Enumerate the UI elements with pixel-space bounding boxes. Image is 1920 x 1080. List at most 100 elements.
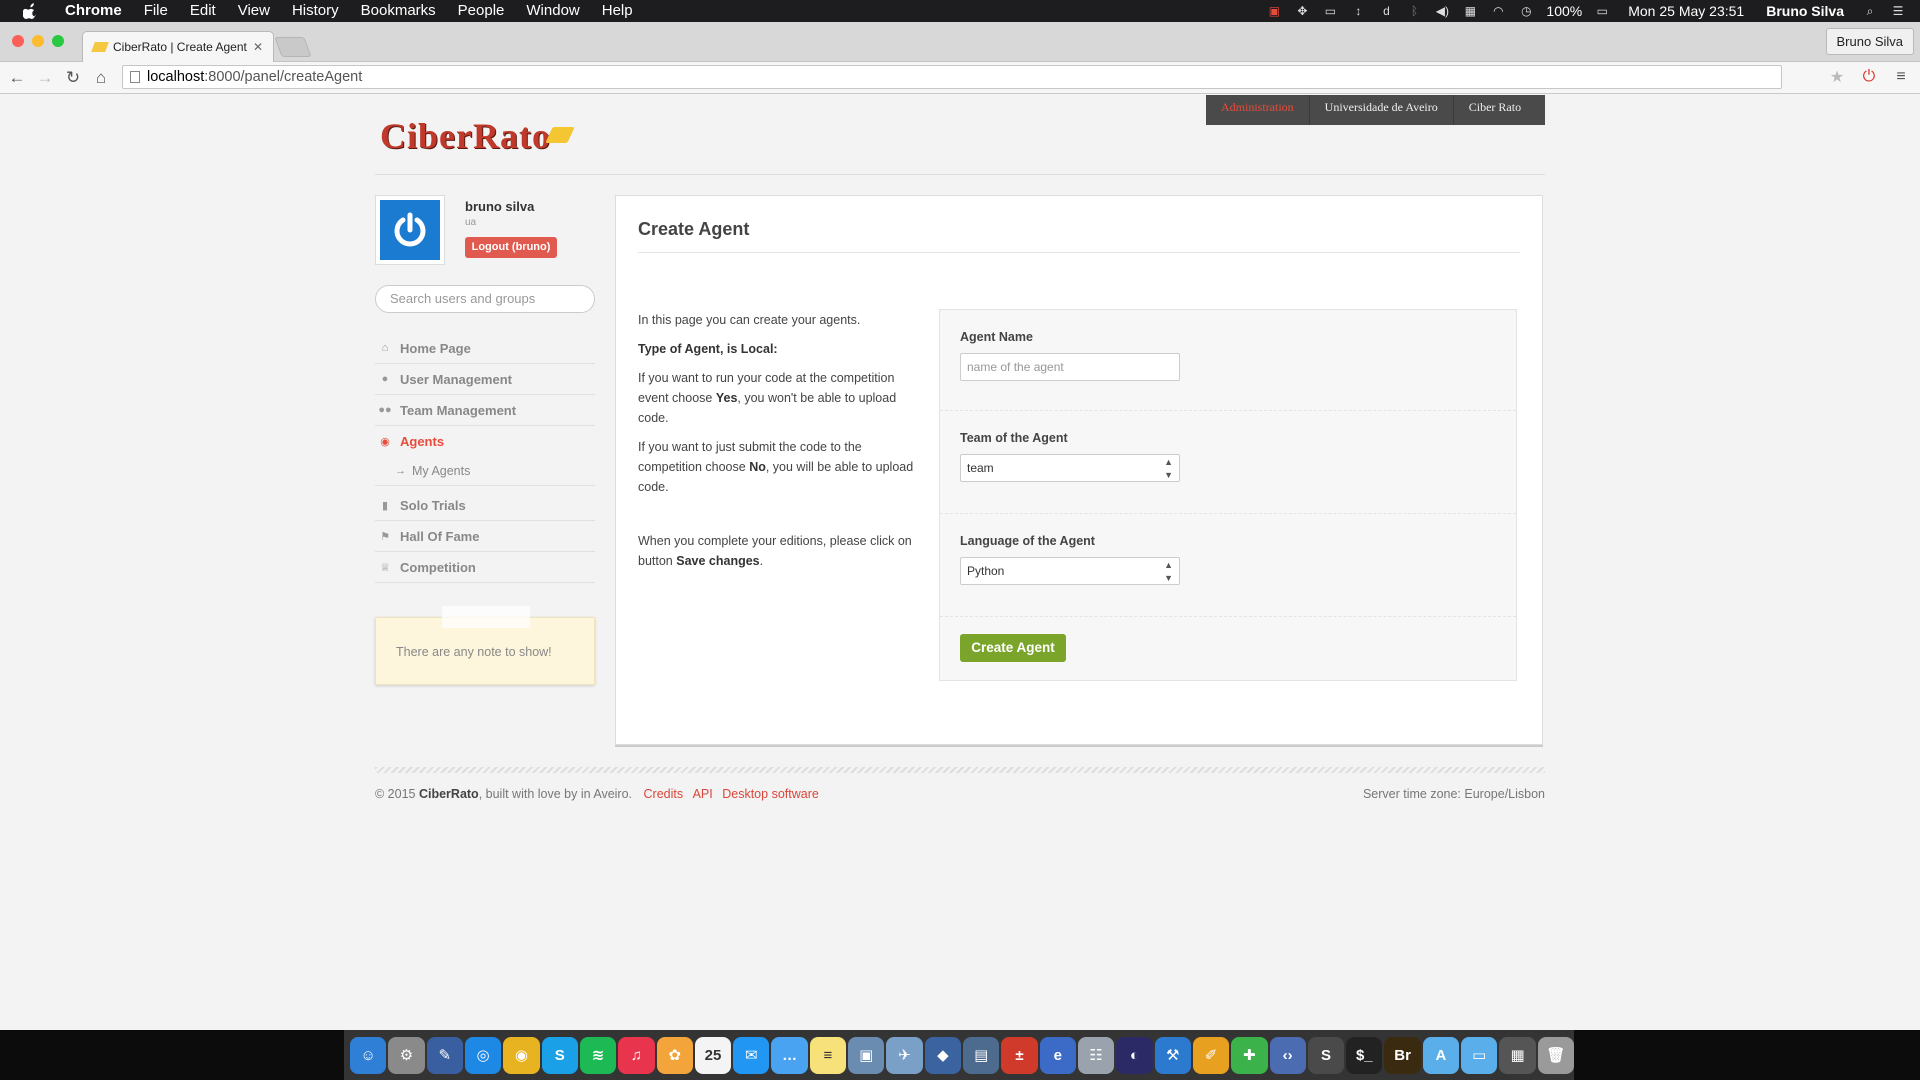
close-tab-icon[interactable]: ✕ bbox=[253, 40, 263, 54]
messages-icon[interactable]: … bbox=[771, 1036, 808, 1074]
address-bar[interactable]: localhost:8000/panel/createAgent bbox=[122, 65, 1782, 89]
agent-name-group: Agent Name name of the agent bbox=[960, 330, 1500, 381]
system-preferences-icon[interactable]: ⚙ bbox=[388, 1036, 425, 1074]
create-agent-button[interactable]: Create Agent bbox=[960, 634, 1066, 662]
bookmark-star-icon[interactable]: ★ bbox=[1826, 66, 1848, 88]
photos-icon[interactable]: ✿ bbox=[656, 1036, 693, 1074]
menu-file[interactable]: File bbox=[133, 0, 179, 22]
menu-people[interactable]: People bbox=[447, 0, 516, 22]
monitor-icon[interactable]: ▦ bbox=[1499, 1036, 1536, 1074]
browser-tab[interactable]: CiberRato | Create Agent ✕ bbox=[82, 31, 274, 62]
safari-icon[interactable]: ◎ bbox=[464, 1036, 502, 1074]
agent-team-select[interactable]: team ▲ ▼ bbox=[960, 454, 1180, 482]
logout-button[interactable]: Logout (bruno) bbox=[465, 237, 557, 258]
preview-icon[interactable]: ▣ bbox=[848, 1036, 885, 1074]
create-agent-form: Agent Name name of the agent Team of the… bbox=[939, 309, 1517, 681]
home-icon[interactable]: ⌂ bbox=[90, 67, 112, 89]
url-path: :8000/panel/createAgent bbox=[204, 69, 363, 85]
calendar-icon[interactable]: 25 bbox=[694, 1036, 732, 1074]
back-icon[interactable]: ← bbox=[6, 67, 28, 89]
notification-center-icon[interactable]: ☰ bbox=[1890, 4, 1906, 18]
menu-help[interactable]: Help bbox=[591, 0, 644, 22]
topnav-universidade[interactable]: Universidade de Aveiro bbox=[1310, 95, 1454, 125]
skype-icon[interactable]: S bbox=[541, 1036, 578, 1074]
menu-view[interactable]: View bbox=[227, 0, 281, 22]
finder-icon[interactable]: ☺ bbox=[350, 1036, 387, 1074]
sidebar-item-user-management[interactable]: ● User Management bbox=[375, 364, 595, 395]
cheese-favicon-icon bbox=[91, 42, 109, 52]
site-logo[interactable]: CiberRato bbox=[380, 115, 551, 157]
chrome-icon[interactable]: ◉ bbox=[503, 1036, 540, 1074]
agent-language-select[interactable]: Python ▲ ▼ bbox=[960, 557, 1180, 585]
agent-name-input[interactable]: name of the agent bbox=[960, 353, 1180, 381]
clock[interactable]: Mon 25 May 23:51 bbox=[1628, 3, 1744, 19]
sublime-icon[interactable]: S bbox=[1307, 1036, 1345, 1074]
dash-icon[interactable]: d bbox=[1378, 4, 1394, 18]
footer-link-api[interactable]: API bbox=[693, 787, 713, 801]
code-editor-icon[interactable]: ‹› bbox=[1269, 1036, 1306, 1074]
avatar[interactable] bbox=[375, 195, 445, 265]
database-icon[interactable]: ☷ bbox=[1077, 1036, 1115, 1074]
sidebar-item-home[interactable]: ⌂ Home Page bbox=[375, 333, 595, 364]
menu-app-name[interactable]: Chrome bbox=[54, 0, 133, 22]
sidebar-item-hall-of-fame[interactable]: ⚑ Hall Of Fame bbox=[375, 521, 595, 552]
screen-mirror-icon[interactable]: ▣ bbox=[1266, 4, 1282, 18]
sidebar-item-agents[interactable]: ◉ Agents bbox=[375, 426, 595, 457]
spotlight-icon[interactable]: ⌕ bbox=[1862, 4, 1878, 18]
slingshot-icon[interactable]: ✐ bbox=[1192, 1036, 1230, 1074]
notes-icon[interactable]: ≡ bbox=[809, 1036, 847, 1074]
safari-beta-icon[interactable]: e bbox=[1039, 1036, 1076, 1074]
agent-type-text: Type of Agent, is Local: bbox=[638, 342, 778, 356]
airdrop-icon[interactable]: ✈ bbox=[886, 1036, 923, 1074]
xcode-simulator-icon[interactable]: ✎ bbox=[426, 1036, 463, 1074]
virtualbox-icon[interactable]: ◆ bbox=[924, 1036, 961, 1074]
zoom-window-button[interactable] bbox=[52, 35, 64, 47]
extension-icon[interactable]: ⏻ bbox=[1858, 66, 1880, 88]
transfer-icon[interactable]: ↕ bbox=[1350, 4, 1366, 18]
menubar-user[interactable]: Bruno Silva bbox=[1766, 3, 1844, 19]
itunes-icon[interactable]: ♫ bbox=[618, 1036, 655, 1074]
terminal-icon[interactable]: $_ bbox=[1346, 1036, 1383, 1074]
trash-icon[interactable]: 🗑 bbox=[1537, 1036, 1574, 1074]
sidebar-item-solo-trials[interactable]: ▮ Solo Trials bbox=[375, 490, 595, 521]
apple-icon[interactable] bbox=[20, 0, 40, 22]
topnav-ciber-rato[interactable]: Ciber Rato bbox=[1454, 95, 1536, 125]
agent-team-label: Team of the Agent bbox=[960, 431, 1068, 445]
minimize-window-button[interactable] bbox=[32, 35, 44, 47]
bridge-icon[interactable]: Br bbox=[1384, 1036, 1421, 1074]
volume-icon[interactable]: ◀) bbox=[1434, 4, 1450, 18]
eclipse-icon[interactable]: ◐ bbox=[1116, 1036, 1153, 1074]
menu-window[interactable]: Window bbox=[515, 0, 590, 22]
applications-folder-icon[interactable]: A bbox=[1422, 1036, 1460, 1074]
menu-bookmarks[interactable]: Bookmarks bbox=[350, 0, 447, 22]
footer-link-credits[interactable]: Credits bbox=[644, 787, 684, 801]
bluetooth-icon[interactable]: ᛒ bbox=[1406, 4, 1422, 18]
topnav-administration[interactable]: Administration bbox=[1206, 95, 1310, 125]
forward-icon[interactable]: → bbox=[34, 67, 56, 89]
battery-icon[interactable]: ▭ bbox=[1594, 4, 1610, 18]
profile-button[interactable]: Bruno Silva bbox=[1825, 28, 1914, 55]
messenger-icon[interactable]: ✉ bbox=[733, 1036, 770, 1074]
airplay-icon[interactable]: ▭ bbox=[1322, 4, 1338, 18]
dropbox-icon[interactable]: ✥ bbox=[1294, 4, 1310, 18]
search-users-input[interactable]: Search users and groups bbox=[375, 285, 595, 313]
screenshot-icon[interactable]: ▤ bbox=[963, 1036, 1000, 1074]
wifi-icon[interactable]: ◠ bbox=[1490, 4, 1506, 18]
sidebar-item-competition[interactable]: ♕ Competition bbox=[375, 552, 595, 583]
menu-history[interactable]: History bbox=[281, 0, 350, 22]
chrome-menu-icon[interactable]: ≡ bbox=[1890, 66, 1912, 88]
instruction-yes: If you want to run your code at the comp… bbox=[638, 371, 897, 425]
xcode-icon[interactable]: ⚒ bbox=[1154, 1036, 1191, 1074]
keyboard-icon[interactable]: ▦ bbox=[1462, 4, 1478, 18]
menu-edit[interactable]: Edit bbox=[179, 0, 227, 22]
calculator-icon[interactable]: ± bbox=[1001, 1036, 1038, 1074]
close-window-button[interactable] bbox=[12, 35, 24, 47]
spotify-icon[interactable]: ≋ bbox=[579, 1036, 617, 1074]
time-machine-icon[interactable]: ◷ bbox=[1518, 4, 1534, 18]
documents-folder-icon[interactable]: ▭ bbox=[1461, 1036, 1498, 1074]
footer-link-desktop[interactable]: Desktop software bbox=[722, 787, 819, 801]
sidebar-item-team-management[interactable]: ●● Team Management bbox=[375, 395, 595, 426]
sidebar-item-my-agents[interactable]: → My Agents bbox=[375, 457, 595, 486]
reload-icon[interactable]: ↻ bbox=[62, 67, 84, 89]
puzzle-icon[interactable]: ✚ bbox=[1231, 1036, 1268, 1074]
